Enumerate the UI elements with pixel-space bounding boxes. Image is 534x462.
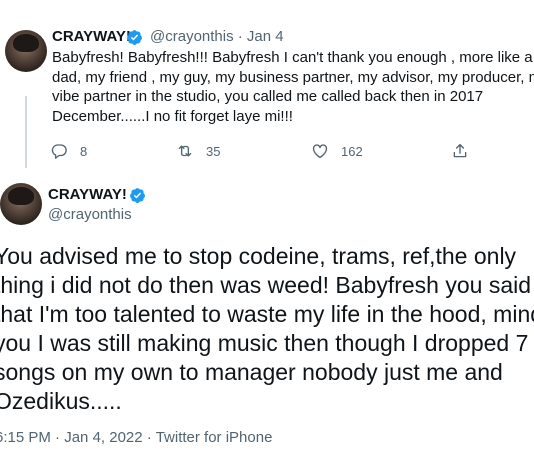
tweet1-text-line: December......I no fit forget laye mi!!! <box>52 107 293 125</box>
tweet2-text-line: that I'm too talented to waste my life i… <box>0 301 534 327</box>
share-icon <box>453 143 467 158</box>
tweet2-text-line: you I was still making music then though… <box>0 330 529 356</box>
like-count: 162 <box>341 143 363 159</box>
tweet1-text: Babyfresh! Babyfresh!!! Babyfresh I can'… <box>52 48 534 126</box>
like-icon <box>312 144 328 159</box>
tweet2-avatar[interactable] <box>0 183 42 225</box>
retweet-button[interactable]: 35 <box>176 142 220 160</box>
tweet1-avatar[interactable] <box>5 30 47 72</box>
reply-icon <box>51 144 67 159</box>
tweet2-text-line: Ozedikus..... <box>0 388 122 414</box>
tweet2-text-line: thing i did not do then was weed! Babyfr… <box>0 272 532 298</box>
verified-badge-icon <box>130 188 145 203</box>
tweet1-handle-date[interactable]: @crayonthis · Jan 4 <box>150 28 284 45</box>
reply-button[interactable]: 8 <box>50 142 87 160</box>
tweet2-text: You advised me to stop codeine, trams, r… <box>0 242 534 416</box>
thread-connector <box>25 96 27 168</box>
tweet2-text-line: You advised me to stop codeine, trams, r… <box>0 243 517 269</box>
meta-separator: · <box>146 429 152 446</box>
tweet1-text-line: vibe partner in the studio, you called m… <box>52 88 484 105</box>
tweet1-text-line: dad, my friend , my guy, my business par… <box>52 68 534 86</box>
reply-count: 8 <box>80 143 88 159</box>
tweet-timestamp-link[interactable]: 6:15 PM · Jan 4, 2022 <box>0 429 143 446</box>
tweet2-text-line: songs on my own to manager nobody just m… <box>0 359 503 385</box>
verified-badge-icon <box>127 30 142 45</box>
tweet-date: Jan 4, 2022 <box>64 429 143 446</box>
retweet-icon <box>178 145 192 157</box>
tweet-time: 6:15 PM <box>0 429 51 446</box>
tweet2-meta: 6:15 PM · Jan 4, 2022 · Twitter for iPho… <box>0 429 272 446</box>
tweet1-text-line: Babyfresh! Babyfresh!!! Babyfresh I can'… <box>52 49 533 66</box>
tweet2-handle[interactable]: @crayonthis <box>48 206 132 223</box>
retweet-count: 35 <box>206 143 221 159</box>
share-button[interactable] <box>451 142 481 160</box>
tweet-source-link[interactable]: Twitter for iPhone <box>156 429 273 446</box>
tweet2-author-name[interactable]: CRAYWAY! <box>48 186 127 203</box>
like-button[interactable]: 162 <box>311 142 363 160</box>
tweet1-author-name[interactable]: CRAYWAY! <box>52 28 131 45</box>
